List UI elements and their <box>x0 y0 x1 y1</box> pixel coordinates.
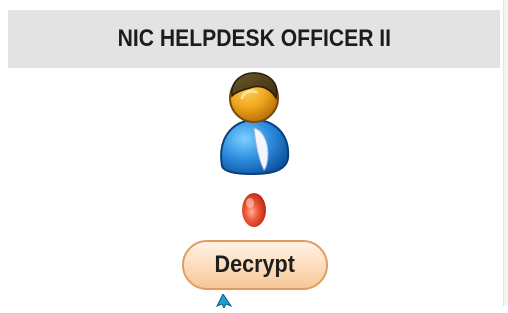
decrypt-button-label: Decrypt <box>214 251 296 278</box>
red-status-dot-icon <box>239 188 269 230</box>
page-title: NIC HELPDESK OFFICER II <box>117 25 391 52</box>
decrypt-button[interactable]: Decrypt <box>182 240 328 290</box>
officer-card: NIC HELPDESK OFFICER II Decrypt <box>0 0 508 310</box>
right-edge-border <box>503 0 508 306</box>
card-header: NIC HELPDESK OFFICER II <box>8 10 500 68</box>
user-avatar-icon <box>208 68 300 176</box>
